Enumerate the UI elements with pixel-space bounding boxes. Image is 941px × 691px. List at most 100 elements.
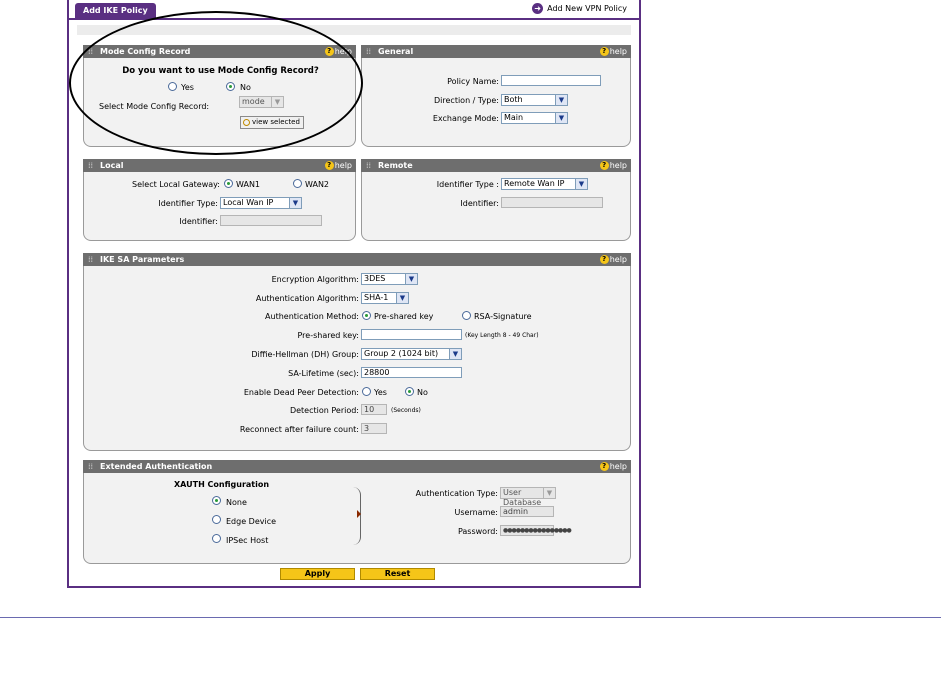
direction-type-label: Direction / Type:	[434, 96, 499, 105]
xauth-title: Extended Authentication	[100, 462, 213, 471]
help-label: help	[609, 462, 627, 471]
remote-help[interactable]: ? help	[599, 159, 627, 172]
wan2-radio[interactable]	[293, 179, 302, 188]
detection-period-unit: (Seconds)	[391, 407, 421, 414]
remote-section: ⁞⁞ Remote ? help Identifier Type : Remote …	[361, 159, 631, 241]
mode-config-title: Mode Config Record	[100, 47, 191, 56]
mode-config-help[interactable]: ? help	[324, 45, 352, 58]
xauth-help[interactable]: ? help	[599, 460, 627, 473]
apply-button[interactable]: Apply	[280, 568, 355, 580]
chevron-down-icon: ▼	[271, 97, 283, 107]
rsa-signature-option: RSA-Signature	[474, 312, 532, 321]
mode-config-yes-radio[interactable]	[168, 82, 177, 91]
add-new-vpn-policy-label: Add New VPN Policy	[547, 4, 627, 13]
username-input[interactable]: admin	[500, 506, 554, 517]
general-title: General	[378, 47, 414, 56]
help-icon: ?	[599, 255, 609, 264]
help-label: help	[609, 255, 627, 264]
help-label: help	[334, 47, 352, 56]
local-identifier-input[interactable]	[220, 215, 322, 226]
help-icon: ?	[324, 47, 334, 56]
wan1-radio[interactable]	[224, 179, 233, 188]
mode-config-question: Do you want to use Mode Config Record?	[122, 66, 319, 76]
remote-identifier-label: Identifier:	[460, 199, 499, 208]
remote-identifier-input[interactable]	[501, 197, 603, 208]
rsa-signature-radio[interactable]	[462, 311, 471, 320]
xauth-none-radio[interactable]	[212, 496, 221, 505]
local-help[interactable]: ? help	[324, 159, 352, 172]
local-section: ⁞⁞ Local ? help Select Local Gateway: WAN1…	[83, 159, 356, 241]
grip-icon: ⁞⁞	[366, 47, 372, 56]
tab-add-ike-policy[interactable]: Add IKE Policy	[75, 3, 156, 18]
dpd-yes-label: Yes	[374, 388, 387, 397]
remote-identifier-type-select[interactable]: Remote Wan IP ▼	[501, 178, 588, 190]
auth-type-select[interactable]: User Database ▼	[500, 487, 556, 507]
encryption-algorithm-select[interactable]: 3DES ▼	[361, 273, 418, 285]
add-new-vpn-policy-link[interactable]: ➜ Add New VPN Policy	[532, 3, 627, 15]
pre-shared-key-label: Pre-shared key:	[297, 331, 359, 340]
mode-config-select-value: mode	[242, 97, 265, 106]
magnifier-icon	[243, 118, 250, 126]
view-selected-label: view selected	[252, 118, 300, 126]
remote-body: Identifier Type : Remote Wan IP ▼ Identif…	[361, 172, 631, 241]
wan2-label: WAN2	[305, 180, 330, 189]
general-help[interactable]: ? help	[599, 45, 627, 58]
policy-name-label: Policy Name:	[447, 77, 499, 86]
exchange-mode-value: Main	[504, 113, 524, 122]
dh-group-label: Diffie-Hellman (DH) Group:	[251, 350, 359, 359]
detection-period-label: Detection Period:	[289, 406, 359, 415]
sa-lifetime-input[interactable]: 28800	[361, 367, 462, 378]
dpd-yes-radio[interactable]	[362, 387, 371, 396]
chevron-down-icon: ▼	[449, 349, 461, 359]
ike-sa-header: ⁞⁞ IKE SA Parameters ? help	[83, 253, 631, 266]
local-identifier-type-select[interactable]: Local Wan IP ▼	[220, 197, 302, 209]
password-label: Password:	[457, 527, 498, 536]
wan1-label: WAN1	[236, 180, 261, 189]
grip-icon: ⁞⁞	[88, 47, 94, 56]
pre-shared-key-hint: (Key Length 8 - 49 Char)	[465, 332, 539, 339]
select-mode-config-label: Select Mode Config Record:	[99, 102, 210, 111]
pre-shared-key-radio[interactable]	[362, 311, 371, 320]
local-gateway-label: Select Local Gateway:	[132, 180, 220, 189]
general-body: Policy Name: Direction / Type: Both ▼ Exc…	[361, 58, 631, 147]
mode-config-no-radio[interactable]	[226, 82, 235, 91]
detection-period-input[interactable]: 10	[361, 404, 387, 415]
help-label: help	[609, 47, 627, 56]
help-icon: ?	[599, 47, 609, 56]
exchange-mode-label: Exchange Mode:	[432, 114, 499, 123]
dh-group-select[interactable]: Group 2 (1024 bit) ▼	[361, 348, 462, 360]
remote-header: ⁞⁞ Remote ? help	[361, 159, 631, 172]
tab-bar: Add IKE Policy ➜ Add New VPN Policy	[69, 0, 639, 20]
password-input[interactable]: ●●●●●●●●●●●●●●●●	[500, 525, 572, 536]
pre-shared-key-input[interactable]	[361, 329, 462, 340]
exchange-mode-select[interactable]: Main ▼	[501, 112, 568, 124]
local-identifier-label: Identifier:	[179, 217, 218, 226]
general-header: ⁞⁞ General ? help	[361, 45, 631, 58]
top-band	[77, 25, 631, 35]
direction-type-select[interactable]: Both ▼	[501, 94, 568, 106]
local-identifier-type-label: Identifier Type:	[158, 199, 218, 208]
general-section: ⁞⁞ General ? help Policy Name: Direction /…	[361, 45, 631, 147]
ike-sa-help[interactable]: ? help	[599, 253, 627, 266]
mode-config-header: ⁞⁞ Mode Config Record ? help	[83, 45, 356, 58]
local-identifier-type-value: Local Wan IP	[223, 198, 274, 207]
chevron-down-icon: ▼	[405, 274, 417, 284]
chevron-down-icon: ▼	[543, 488, 555, 498]
xauth-ipsec-radio[interactable]	[212, 534, 221, 543]
ike-sa-body: Encryption Algorithm: 3DES ▼ Authenticati…	[83, 266, 631, 451]
mode-config-body: Do you want to use Mode Config Record? Y…	[83, 58, 356, 147]
pre-shared-key-option: Pre-shared key	[374, 312, 434, 321]
view-selected-button[interactable]: view selected	[240, 116, 304, 129]
chevron-down-icon: ▼	[396, 293, 408, 303]
mode-config-select[interactable]: mode ▼	[239, 96, 284, 108]
authentication-algorithm-select[interactable]: SHA-1 ▼	[361, 292, 409, 304]
dpd-no-radio[interactable]	[405, 387, 414, 396]
reconnect-count-input[interactable]: 3	[361, 423, 387, 434]
reset-button[interactable]: Reset	[360, 568, 435, 580]
remote-identifier-type-label: Identifier Type :	[436, 180, 499, 189]
policy-name-input[interactable]	[501, 75, 601, 86]
dh-group-value: Group 2 (1024 bit)	[364, 349, 439, 358]
ike-sa-title: IKE SA Parameters	[100, 255, 185, 264]
xauth-edge-radio[interactable]	[212, 515, 221, 524]
xauth-config-title: XAUTH Configuration	[174, 480, 270, 489]
